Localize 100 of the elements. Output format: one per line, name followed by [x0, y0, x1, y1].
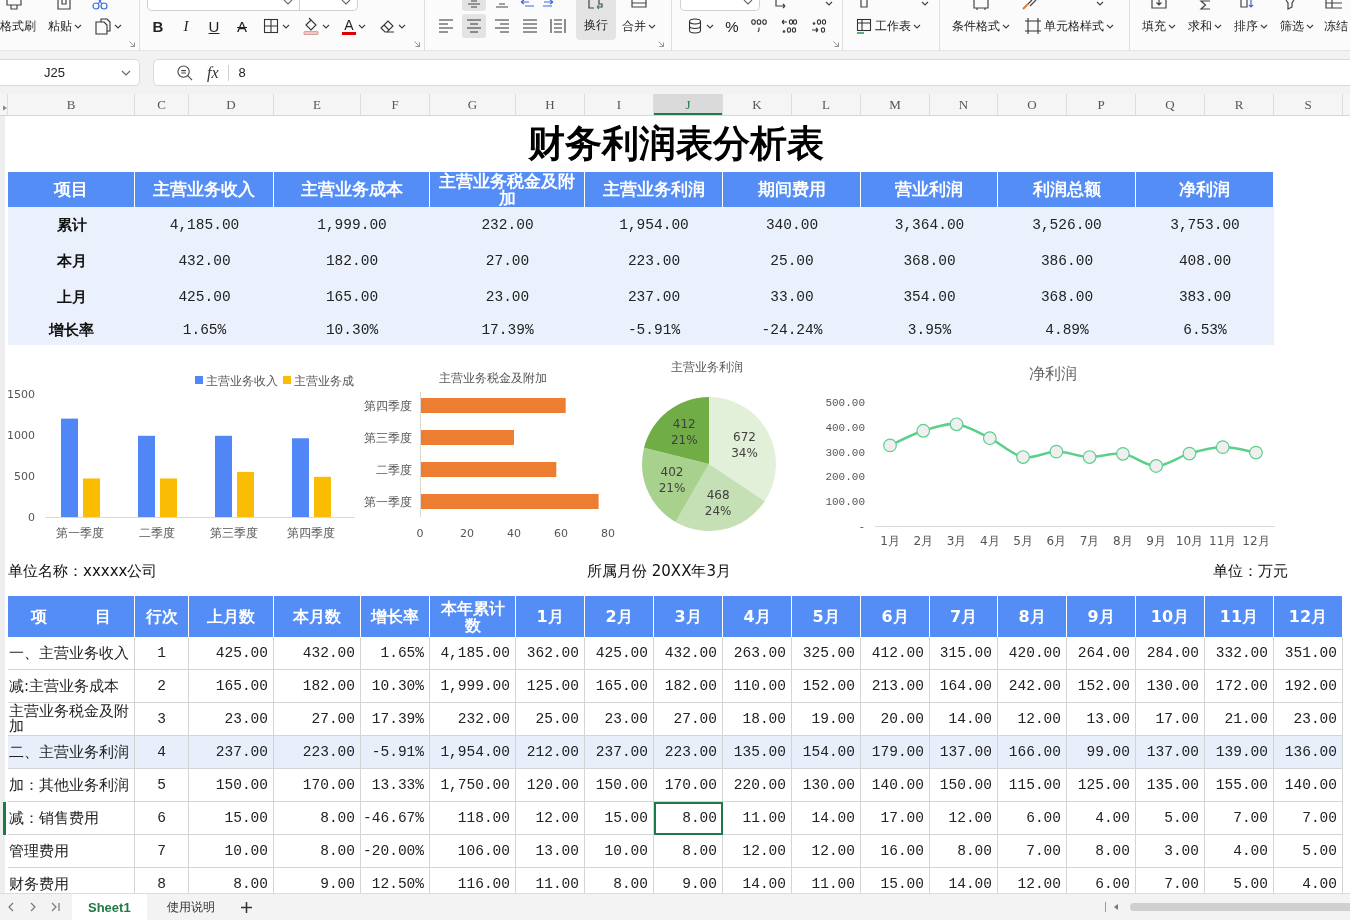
wrap-text-button[interactable]: 换行: [576, 0, 616, 40]
dialog-launcher-icon[interactable]: [658, 41, 664, 47]
table-cell: 25.00: [723, 243, 861, 279]
column-header[interactable]: F: [361, 94, 430, 115]
paste-button[interactable]: 粘贴: [46, 14, 84, 38]
grid-box-icon[interactable]: [1324, 0, 1342, 10]
column-header[interactable]: K: [723, 94, 792, 115]
data-label: 24%: [704, 504, 732, 519]
italic-button[interactable]: I: [176, 14, 196, 38]
align-center-button[interactable]: [462, 14, 486, 38]
toolbar-button[interactable]: 筛选: [1278, 14, 1316, 38]
chevron-right-icon: [30, 902, 36, 912]
font-color-button[interactable]: A: [340, 14, 368, 38]
toolbar-button[interactable]: 冻结: [1324, 14, 1348, 38]
clipboard-icon[interactable]: [55, 0, 73, 10]
column-header[interactable]: D: [189, 94, 274, 115]
insert-function-button[interactable]: fx: [207, 63, 219, 82]
axis-label: 20: [460, 527, 474, 540]
column-header[interactable]: J: [654, 94, 723, 115]
table-header: 增长率: [361, 596, 430, 637]
add-sheet-button[interactable]: [240, 901, 252, 913]
circle-marker-icon: [1082, 450, 1097, 464]
caret-icon: [398, 23, 406, 29]
table-cell: 4.89%: [998, 315, 1136, 345]
scissors-icon[interactable]: [91, 0, 109, 10]
merge-cells-icon[interactable]: [630, 0, 648, 10]
download-icon[interactable]: [1150, 0, 1168, 10]
plus-icon: [240, 901, 252, 913]
font-name-field[interactable]: [147, 0, 300, 11]
table-cell: 223.00: [585, 243, 723, 279]
scrollbar-thumb[interactable]: [1130, 903, 1350, 911]
table-header: 项 目: [8, 596, 135, 637]
underline-button[interactable]: U: [204, 14, 224, 38]
column-header[interactable]: Q: [1136, 94, 1205, 115]
table-cell: 3,753.00: [1136, 207, 1274, 243]
axis-label: 80: [601, 527, 615, 540]
thousands-separator-icon: [750, 17, 768, 35]
caret-icon: [358, 23, 366, 29]
caret-icon[interactable]: [1096, 1, 1104, 6]
axis-label: 二季度: [139, 526, 175, 540]
dialog-launcher-icon[interactable]: [129, 41, 135, 47]
cell-frame-icon: [1024, 17, 1042, 35]
bold-button[interactable]: B: [148, 14, 168, 38]
column-header[interactable]: B: [8, 94, 135, 115]
box-icon[interactable]: [972, 0, 990, 10]
axis-label: 7月: [1079, 534, 1100, 548]
column-header[interactable]: G: [430, 94, 516, 115]
caret-icon: [1306, 23, 1314, 29]
zoom-button[interactable]: [177, 64, 193, 81]
table-icon: [855, 17, 873, 35]
merge-button[interactable]: 合并: [620, 14, 658, 38]
axis-label: 6月: [1046, 534, 1067, 548]
name-box[interactable]: J25: [0, 59, 140, 86]
table-cell: 10.30%: [274, 315, 430, 345]
format-painter-button[interactable]: 格式刷: [0, 14, 38, 38]
percent-button[interactable]: %: [724, 14, 740, 38]
worksheet-button[interactable]: 工作表: [853, 14, 923, 38]
dialog-launcher-icon[interactable]: [414, 41, 420, 47]
column-header[interactable]: P: [1067, 94, 1136, 115]
column-header[interactable]: E: [274, 94, 361, 115]
table-cell: 368.00: [998, 279, 1136, 315]
dialog-launcher-icon[interactable]: [833, 41, 839, 47]
formula-input[interactable]: 8: [238, 65, 1350, 80]
column-header[interactable]: O: [998, 94, 1067, 115]
column-header[interactable]: H: [516, 94, 585, 115]
caret-icon[interactable]: [825, 1, 833, 6]
circle-marker-icon: [883, 438, 897, 453]
sheet-tab[interactable]: 使用说明: [152, 894, 229, 920]
arrow-left-icon[interactable]: [518, 0, 536, 10]
table-header: 3月: [654, 596, 723, 637]
table-header: 主营业务税金及附加: [430, 172, 585, 207]
box-icon[interactable]: [5, 0, 23, 10]
axis-label: 3月: [946, 534, 967, 548]
column-header[interactable]: C: [135, 94, 189, 115]
circle-marker-icon: [1049, 444, 1064, 459]
axis-label: 0: [28, 511, 35, 524]
strikethrough-button[interactable]: A: [232, 14, 252, 38]
column-header[interactable]: N: [930, 94, 998, 115]
column-header[interactable]: L: [792, 94, 861, 115]
number-format-field[interactable]: [680, 0, 760, 11]
caret-icon: [1002, 23, 1010, 29]
toolbar-button[interactable]: 排序: [1232, 14, 1270, 38]
font-size-field[interactable]: [300, 0, 358, 11]
report-period-label: 所属月份 20XX年3月: [587, 561, 732, 581]
axis-label: 第四季度: [364, 399, 412, 413]
paintbrush-icon[interactable]: [1020, 0, 1038, 10]
sort-icon[interactable]: [1238, 0, 1256, 10]
cell-style-button[interactable]: 单元格样式: [1022, 14, 1116, 38]
toolbar-button[interactable]: 填充: [1140, 14, 1178, 38]
sheet-tab[interactable]: Sheet1: [72, 894, 147, 920]
table-header: 9月: [1067, 596, 1136, 637]
caret-icon[interactable]: [921, 1, 929, 6]
column-header[interactable]: M: [861, 94, 930, 115]
select-all-triangle-icon[interactable]: [3, 105, 7, 111]
toolbar-button[interactable]: 求和: [1186, 14, 1224, 38]
column-header[interactable]: S: [1274, 94, 1343, 115]
align-middle-button[interactable]: [462, 0, 486, 11]
table-cell: 4,185.00: [135, 207, 274, 243]
conditional-format-button[interactable]: 条件格式: [950, 14, 1012, 38]
column-header[interactable]: R: [1205, 94, 1274, 115]
